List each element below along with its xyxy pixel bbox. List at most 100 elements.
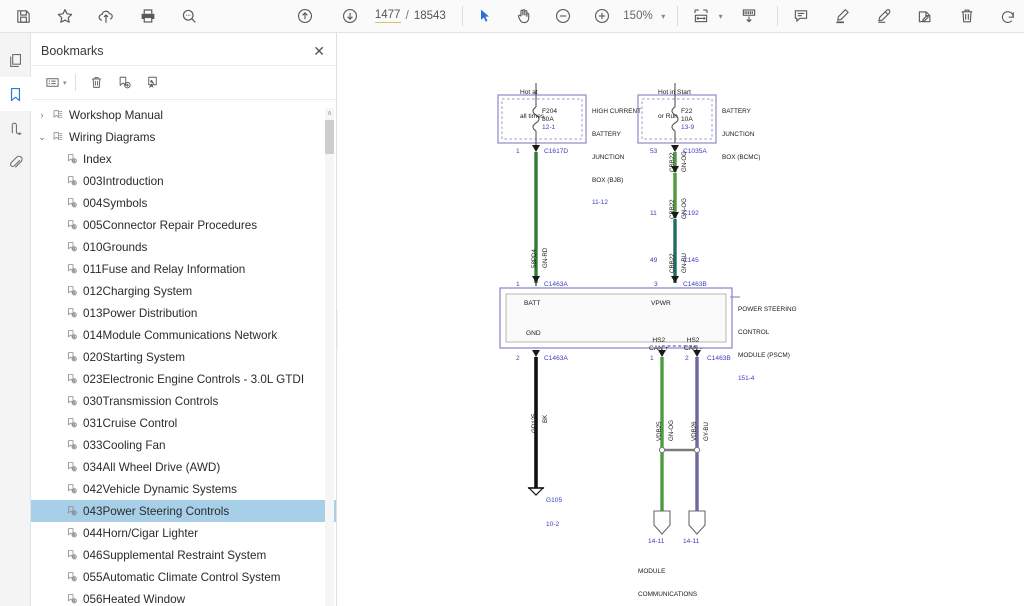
select-tool-button[interactable] <box>470 0 501 33</box>
fuse-right-ref[interactable]: 13-9 <box>681 124 694 131</box>
fuse-right-pin: 53 <box>650 148 657 155</box>
bookmark-item-013power-distribution[interactable]: 013Power Distribution <box>31 302 336 324</box>
wire-label-gn-og-seg1: GN-OG <box>681 151 688 172</box>
bookmark-item-014module-communications-network[interactable]: 014Module Communications Network <box>31 324 336 346</box>
star-icon[interactable] <box>49 0 80 33</box>
bookmark-item-workshop-manual[interactable]: ›Workshop Manual <box>31 104 336 126</box>
battery-junction-box-name: BATTERY JUNCTION BOX (BCMC) <box>722 93 760 177</box>
network-ref-right[interactable]: 14-11 <box>683 538 699 545</box>
bookmark-item-042vehicle-dynamic-systems[interactable]: 042Vehicle Dynamic Systems <box>31 478 336 500</box>
bookmark-item-020starting-system[interactable]: 020Starting System <box>31 346 336 368</box>
bookmark-page-icon <box>63 241 81 253</box>
bookmark-item-wiring-diagrams[interactable]: ⌄ Wiring Diagrams <box>31 126 336 148</box>
bookmark-item-011fuse-and-relay-information[interactable]: 011Fuse and Relay Information <box>31 258 336 280</box>
bookmark-goto-icon[interactable] <box>140 70 166 96</box>
stamp-icon[interactable] <box>909 0 940 33</box>
add-bookmark-icon[interactable] <box>112 70 138 96</box>
chevron-down-icon: ▾ <box>661 12 665 21</box>
bookmark-item-046supplemental-restraint-system[interactable]: 046Supplemental Restraint System <box>31 544 336 566</box>
bookmark-item-043power-steering-controls[interactable]: 043Power Steering Controls <box>31 500 336 522</box>
network-ref-left[interactable]: 14-11 <box>648 538 664 545</box>
delete-icon[interactable] <box>951 0 982 33</box>
fuse-left-ref[interactable]: 12-1 <box>542 124 555 131</box>
zoom-level-value: 150% <box>623 10 653 22</box>
attachment-icon[interactable] <box>0 145 31 179</box>
comment-icon[interactable] <box>785 0 816 33</box>
bookmarks-toolbar: ▾ <box>31 66 336 100</box>
bookmark-options-chevron-icon[interactable]: ▾ <box>63 79 67 87</box>
chevron-right-icon[interactable]: › <box>35 110 49 120</box>
bookmark-item-056heated-window[interactable]: 056Heated Window <box>31 588 336 606</box>
bookmark-item-label: Wiring Diagrams <box>67 131 155 144</box>
cloud-upload-icon[interactable] <box>90 0 121 33</box>
bookmark-item-012charging-system[interactable]: 012Charging System <box>31 280 336 302</box>
bookmark-options-icon[interactable] <box>39 70 65 96</box>
connector-arrow-left <box>532 145 540 152</box>
bookmark-page-icon <box>63 329 81 341</box>
zoom-out-button[interactable] <box>547 0 578 33</box>
zoom-level-select[interactable]: 150% ▾ <box>623 10 665 22</box>
module-pin-canminus-number: 2 <box>685 355 689 362</box>
bookmark-item-034all-wheel-drive-awd[interactable]: 034All Wheel Drive (AWD) <box>31 456 336 478</box>
bookmark-item-004symbols[interactable]: 004Symbols <box>31 192 336 214</box>
bookmark-item-010grounds[interactable]: 010Grounds <box>31 236 336 258</box>
save-icon[interactable] <box>7 0 38 33</box>
bookmark-item-label: 043Power Steering Controls <box>81 505 229 518</box>
fuse-left-connector[interactable]: C1617D <box>544 148 568 155</box>
bookmark-item-003introduction[interactable]: 003Introduction <box>31 170 336 192</box>
search-icon[interactable] <box>173 0 204 33</box>
zoom-in-button[interactable] <box>586 0 617 33</box>
splice-2-connector[interactable]: C145 <box>683 257 699 264</box>
splice-1-connector[interactable]: C192 <box>683 210 699 217</box>
bookmark-item-label: 044Horn/Cigar Lighter <box>81 527 198 540</box>
bookmark-page-icon <box>63 505 81 517</box>
toolbar-divider-3 <box>777 6 778 26</box>
undo-icon[interactable] <box>992 0 1023 33</box>
fit-page-chevron-icon[interactable]: ▾ <box>719 12 723 21</box>
current-page-input[interactable]: 1477 <box>375 9 401 23</box>
splice-2-pin: 49 <box>650 257 657 264</box>
bookmark-page-icon <box>63 527 81 539</box>
scroll-up-arrow-icon[interactable]: ∧ <box>325 108 334 119</box>
bookmark-item-label: 014Module Communications Network <box>81 329 277 342</box>
bookmark-page-icon <box>63 175 81 187</box>
module-label-gnd: GND <box>526 330 541 337</box>
page-up-button[interactable] <box>290 0 321 33</box>
bookmark-item-030transmission-controls[interactable]: 030Transmission Controls <box>31 390 336 412</box>
bookmark-item-023electronic-engine-controls-3-0l-gtdi[interactable]: 023Electronic Engine Controls - 3.0L GTD… <box>31 368 336 390</box>
bookmarks-panel: Bookmarks ✕ ▾ <box>31 33 337 606</box>
close-icon[interactable]: ✕ <box>310 41 328 61</box>
scrollbar-thumb[interactable] <box>325 120 334 154</box>
chevron-down-icon[interactable]: ⌄ <box>35 132 49 143</box>
thumbnails-icon[interactable] <box>0 43 31 77</box>
module-label-vpwr: VPWR <box>651 300 671 307</box>
highlight-icon[interactable] <box>826 0 857 33</box>
module-pin-canminus-connector[interactable]: C1463B <box>707 355 731 362</box>
signature-icon[interactable] <box>0 111 31 145</box>
page-scroll-icon[interactable] <box>734 0 765 33</box>
pan-tool-button[interactable] <box>508 0 539 33</box>
pscm-module-ref: 151-4 <box>738 375 797 383</box>
bookmarks-tree[interactable]: ›Workshop Manual ⌄ Wiring Diagrams Index003… <box>31 104 336 606</box>
bookmark-item-044horn-cigar-lighter[interactable]: 044Horn/Cigar Lighter <box>31 522 336 544</box>
ground-point[interactable]: G105 10-2 <box>546 481 562 545</box>
module-pin-gnd-connector[interactable]: C1463A <box>544 355 568 362</box>
fit-page-icon[interactable] <box>685 0 716 33</box>
bookmark-item-005connector-repair-procedures[interactable]: 005Connector Repair Procedures <box>31 214 336 236</box>
delete-bookmark-icon[interactable] <box>84 70 110 96</box>
high-current-bjb-ref: 11-12 <box>592 199 641 207</box>
draw-icon[interactable] <box>868 0 899 33</box>
bookmark-item-031cruise-control[interactable]: 031Cruise Control <box>31 412 336 434</box>
page-down-button[interactable] <box>334 0 365 33</box>
bookmark-item-055automatic-climate-control-system[interactable]: 055Automatic Climate Control System <box>31 566 336 588</box>
document-viewport[interactable]: Hot at all times F204 80A 12-1 HIGH CURR… <box>338 33 1024 606</box>
wire-label-cbb22-seg2: CBB22 <box>669 199 676 219</box>
bookmarks-icon[interactable] <box>0 77 31 111</box>
bookmark-item-index[interactable]: Index <box>31 148 336 170</box>
bookmark-page-icon <box>63 549 81 561</box>
bookmarks-scrollbar[interactable]: ∧ <box>325 108 334 606</box>
module-pin-batt-connector[interactable]: C1463A <box>544 281 568 288</box>
module-pin-vpwr-connector[interactable]: C1463B <box>683 281 707 288</box>
print-icon[interactable] <box>132 0 163 33</box>
bookmark-item-033cooling-fan[interactable]: 033Cooling Fan <box>31 434 336 456</box>
